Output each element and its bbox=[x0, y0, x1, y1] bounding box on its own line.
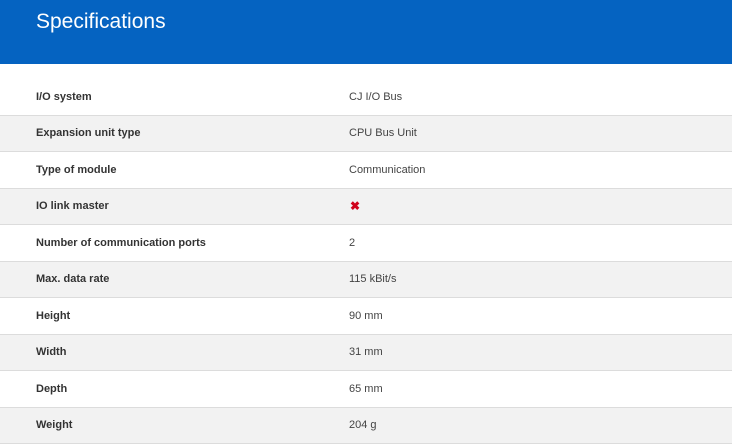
spec-label: Type of module bbox=[0, 164, 349, 176]
spec-value: 90 mm bbox=[349, 310, 383, 322]
spec-label: Width bbox=[0, 346, 349, 358]
spec-row-width: Width 31 mm bbox=[0, 335, 732, 372]
spec-row-height: Height 90 mm bbox=[0, 298, 732, 335]
spec-label: Depth bbox=[0, 383, 349, 395]
spec-label: Weight bbox=[0, 419, 349, 431]
spec-label: I/O system bbox=[0, 91, 349, 103]
spec-label: Height bbox=[0, 310, 349, 322]
specifications-table: I/O system CJ I/O Bus Expansion unit typ… bbox=[0, 79, 732, 444]
spec-value: 31 mm bbox=[349, 346, 383, 358]
x-icon: ✖ bbox=[350, 200, 360, 212]
spec-value: 65 mm bbox=[349, 383, 383, 395]
spec-value: 204 g bbox=[349, 419, 377, 431]
spec-value: Communication bbox=[349, 164, 425, 176]
spec-value: 2 bbox=[349, 237, 355, 249]
spec-row-max-data-rate: Max. data rate 115 kBit/s bbox=[0, 262, 732, 299]
page-title: Specifications bbox=[36, 10, 732, 34]
spec-value: 115 kBit/s bbox=[349, 273, 397, 285]
spec-value: ✖ bbox=[349, 200, 360, 213]
spec-row-expansion-unit-type: Expansion unit type CPU Bus Unit bbox=[0, 116, 732, 153]
spec-label: Max. data rate bbox=[0, 273, 349, 285]
spec-row-weight: Weight 204 g bbox=[0, 408, 732, 444]
spec-label: Expansion unit type bbox=[0, 127, 349, 139]
specifications-header: Specifications bbox=[0, 0, 732, 64]
spec-row-type-of-module: Type of module Communication bbox=[0, 152, 732, 189]
spec-value: CPU Bus Unit bbox=[349, 127, 417, 139]
spec-row-io-link-master: IO link master ✖ bbox=[0, 189, 732, 226]
spec-row-io-system: I/O system CJ I/O Bus bbox=[0, 79, 732, 116]
spec-label: Number of communication ports bbox=[0, 237, 349, 249]
spec-value: CJ I/O Bus bbox=[349, 91, 402, 103]
spec-row-depth: Depth 65 mm bbox=[0, 371, 732, 408]
spec-label: IO link master bbox=[0, 200, 349, 212]
spec-row-communication-ports: Number of communication ports 2 bbox=[0, 225, 732, 262]
